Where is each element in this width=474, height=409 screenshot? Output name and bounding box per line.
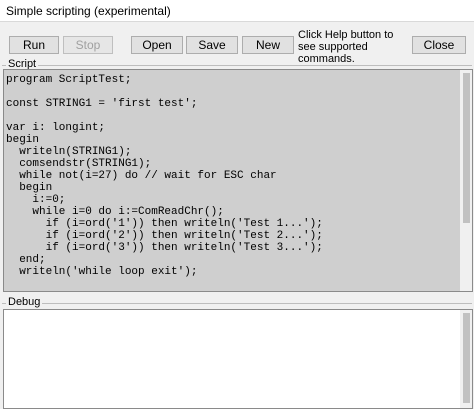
- code-line: var i: longint;: [6, 122, 106, 134]
- help-hint-text: Click Help button to see supported comma…: [298, 29, 394, 65]
- stop-button[interactable]: Stop: [63, 36, 113, 54]
- script-scrollbar[interactable]: [460, 70, 472, 291]
- code-line: begin: [6, 182, 53, 194]
- code-line: if (i=ord('1')) then writeln('Test 1...'…: [6, 218, 323, 230]
- code-line: i:=0;: [6, 194, 66, 206]
- debug-scrollbar-thumb[interactable]: [463, 313, 470, 403]
- code-line: writeln('while loop exit');: [6, 266, 198, 278]
- code-line: while i=0 do i:=ComReadChr();: [6, 206, 224, 218]
- code-line: writeln(STRING1);: [6, 146, 132, 158]
- code-line: while not(i=27) do // wait for ESC char: [6, 170, 277, 182]
- debug-group-label: Debug: [6, 296, 43, 308]
- open-button[interactable]: Open: [131, 36, 183, 54]
- title-bar: Simple scripting (experimental): [0, 0, 474, 22]
- new-button[interactable]: New: [242, 36, 294, 54]
- code-line: program ScriptTest;: [6, 74, 132, 86]
- script-editor[interactable]: program ScriptTest; const STRING1 = 'fir…: [3, 69, 473, 292]
- code-line: begin: [6, 134, 40, 146]
- script-code[interactable]: program ScriptTest; const STRING1 = 'fir…: [6, 74, 458, 291]
- close-button[interactable]: Close: [412, 36, 466, 54]
- debug-scrollbar[interactable]: [460, 310, 472, 408]
- debug-output[interactable]: [3, 309, 473, 409]
- run-button[interactable]: Run: [9, 36, 59, 54]
- code-line: comsendstr(STRING1);: [6, 158, 152, 170]
- code-line: end;: [6, 254, 46, 266]
- code-line: if (i=ord('3')) then writeln('Test 3...'…: [6, 242, 323, 254]
- debug-group-border: [2, 303, 472, 304]
- code-line: const STRING1 = 'first test';: [6, 98, 198, 110]
- window-title: Simple scripting (experimental): [6, 4, 171, 18]
- save-button[interactable]: Save: [186, 36, 238, 54]
- script-group-border: [2, 65, 472, 66]
- code-line: if (i=ord('2')) then writeln('Test 2...'…: [6, 230, 323, 242]
- script-scrollbar-thumb[interactable]: [463, 73, 470, 223]
